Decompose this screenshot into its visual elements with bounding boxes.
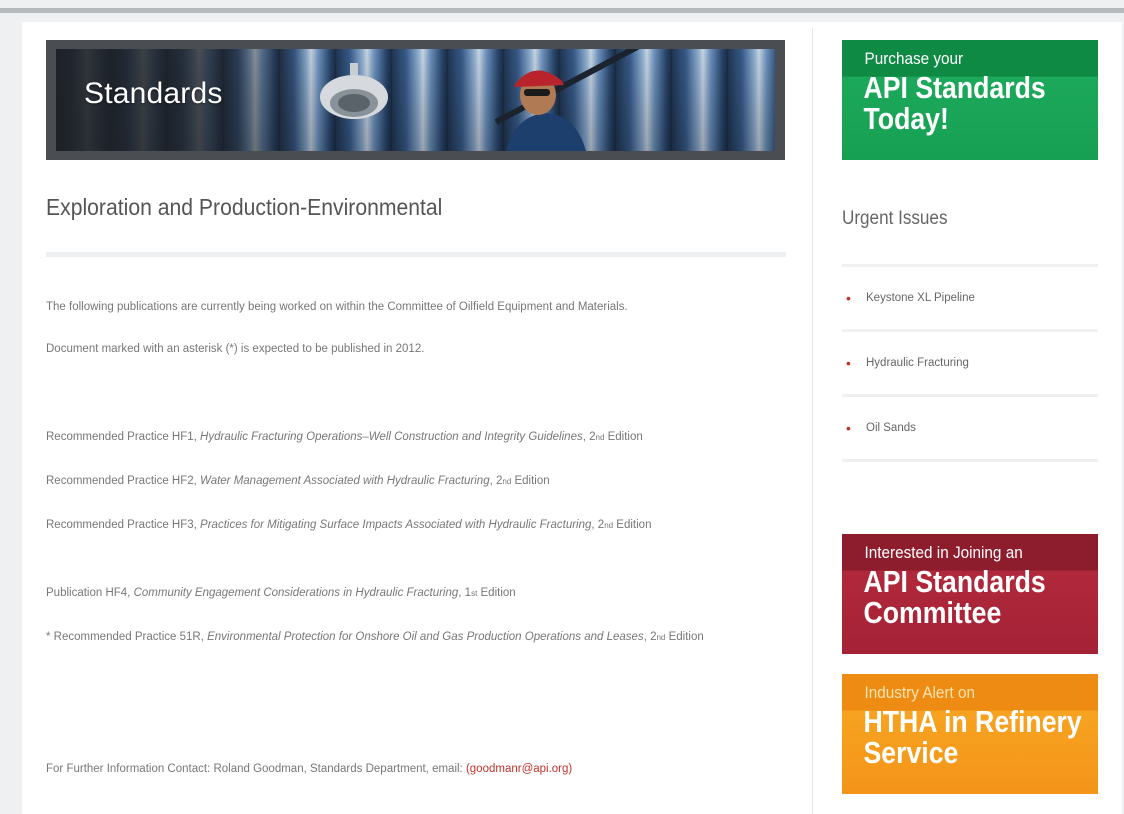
list-item[interactable]: • Oil Sands [842,397,1098,459]
issue-link[interactable]: Oil Sands [866,422,916,434]
sidebar: Purchase your API Standards Today! Urgen… [842,22,1098,814]
bullet-icon: • [846,355,851,371]
edition-ordinal: nd [502,477,512,486]
publication-item: * Recommended Practice 51R, Environmenta… [46,626,786,649]
promo-headline-line: Today! [863,101,949,136]
list-item[interactable]: • Hydraulic Fracturing [842,332,1098,394]
contact-info: For Further Information Contact: Roland … [46,758,786,780]
column-divider [812,28,813,814]
page-title: Exploration and Production-Environmental [46,194,443,220]
promo-headline-line: HTHA in Refinery [863,704,1082,739]
edition-label: Edition [477,587,516,599]
publication-type: Recommended Practice HF1, [46,431,201,443]
promo-top-text: Purchase your [864,49,964,68]
title-divider [46,252,786,257]
edition-label: Edition [613,519,652,531]
publication-type: Recommended Practice HF3, [46,519,201,531]
standards-banner: Standards [46,40,785,160]
purchase-standards-banner[interactable]: Purchase your API Standards Today! [842,40,1098,160]
bullet-icon: • [846,420,851,436]
urgent-issues-heading: Urgent Issues [842,208,948,229]
issue-link[interactable]: Keystone XL Pipeline [866,292,975,304]
top-border [0,8,1124,13]
join-committee-banner[interactable]: Interested in Joining an API Standards C… [842,534,1098,654]
publication-title: Community Engagement Considerations in H… [133,587,459,599]
intro-paragraph: The following publications are currently… [46,301,628,313]
issue-link[interactable]: Hydraulic Fracturing [866,357,969,369]
asterisk-note: Document marked with an asterisk (*) is … [46,343,425,355]
promo-top-text: Interested in Joining an [864,543,1023,562]
promo-headline: HTHA in Refinery Service [842,701,1082,770]
edition-label: Edition [511,475,550,487]
publication-type: Publication HF4, [46,587,134,599]
promo-headline-line: API Standards [863,70,1046,105]
publication-type: * Recommended Practice 51R, [46,631,208,643]
publication-title: Water Management Associated with Hydraul… [200,475,490,487]
publication-item: Recommended Practice HF2, Water Manageme… [46,470,786,493]
main-content: Standards Exploration and Production-Env… [46,22,786,814]
promo-headline-line: Service [863,735,959,770]
page-container: Standards Exploration and Production-Env… [22,22,1122,814]
contact-text: For Further Information Contact: Roland … [46,763,466,775]
worker-photo-icon [506,70,586,151]
list-divider [842,459,1098,462]
promo-headline-line: Committee [863,595,1002,630]
lamp-icon [320,63,388,119]
contact-email-link[interactable]: (goodmanr@api.org) [466,763,572,775]
bullet-icon: • [846,290,851,306]
banner-image: Standards [56,49,775,151]
edition-label: Edition [665,631,704,643]
promo-top-text: Industry Alert on [864,683,976,702]
banner-title: Standards [84,77,223,110]
promo-headline: API Standards Committee [842,561,1062,628]
promo-headline-line: API Standards [863,564,1046,599]
publication-item: Recommended Practice HF3, Practices for … [46,514,746,537]
edition-label: Edition [604,431,643,443]
publication-item: Recommended Practice HF1, Hydraulic Frac… [46,426,786,449]
industry-alert-banner[interactable]: Industry Alert on HTHA in Refinery Servi… [842,674,1098,794]
publication-title: Practices for Mitigating Surface Impacts… [200,519,592,531]
promo-headline: API Standards Today! [842,67,1062,134]
publication-title: Hydraulic Fracturing Operations–Well Con… [200,431,583,443]
publication-type: Recommended Practice HF2, [46,475,201,487]
publication-item: Publication HF4, Community Engagement Co… [46,582,786,605]
edition-ordinal: nd [604,521,614,530]
publication-title: Environmental Protection for Onshore Oil… [207,631,644,643]
urgent-issues-list: • Keystone XL Pipeline • Hydraulic Fract… [842,264,1098,462]
list-item[interactable]: • Keystone XL Pipeline [842,267,1098,329]
